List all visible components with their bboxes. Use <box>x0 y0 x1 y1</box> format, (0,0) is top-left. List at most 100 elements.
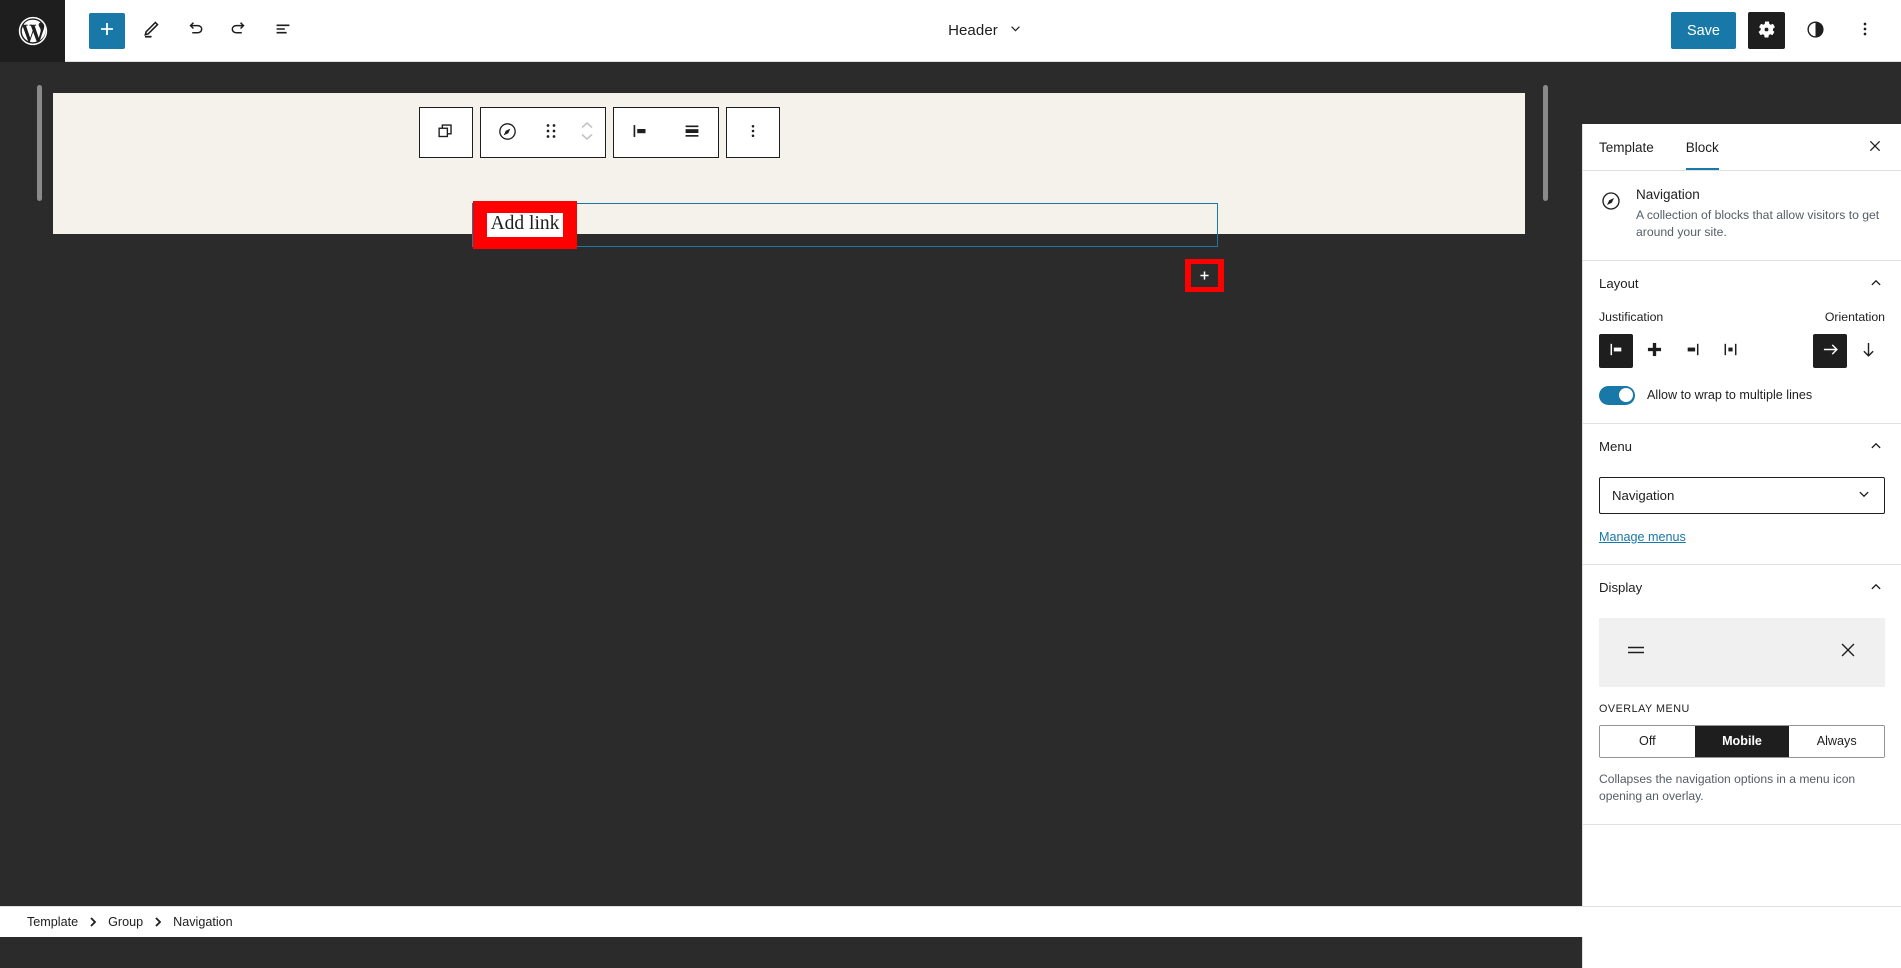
block-toolbar-group-main <box>480 107 606 158</box>
justification-toolbar-button[interactable] <box>614 108 666 157</box>
three-dots-vertical-icon <box>1855 19 1875 42</box>
top-toolbar-left-tools <box>65 13 301 49</box>
toggle-knob <box>1619 388 1633 402</box>
justify-space-between-button[interactable] <box>1713 334 1747 368</box>
chevron-down-icon <box>1007 20 1024 41</box>
menu-select[interactable]: Navigation <box>1599 477 1885 514</box>
horizontal-bars-icon <box>681 120 703 145</box>
template-canvas-sheet[interactable]: Add link <box>53 93 1525 234</box>
overlapping-squares-icon <box>435 120 457 145</box>
list-view-button[interactable] <box>265 13 301 49</box>
justify-left-icon <box>1606 339 1627 363</box>
save-button[interactable]: Save <box>1671 12 1736 49</box>
justify-center-icon <box>1644 339 1665 363</box>
chevron-down-icon <box>1855 485 1873 506</box>
drag-handle-button[interactable] <box>533 108 569 157</box>
block-card-title: Navigation <box>1636 187 1885 202</box>
breadcrumb-template[interactable]: Template <box>27 915 78 929</box>
orientation-label: Orientation <box>1825 310 1885 324</box>
breadcrumb-separator-icon <box>88 916 98 928</box>
justification-button-group <box>1599 334 1747 368</box>
document-title: Header <box>948 22 998 39</box>
add-link-highlight[interactable]: Add link <box>473 201 577 249</box>
compass-circle-icon <box>496 120 519 146</box>
orientation-vertical-button[interactable] <box>1851 334 1885 368</box>
overlay-off-button[interactable]: Off <box>1600 726 1695 757</box>
undo-button[interactable] <box>177 13 213 49</box>
editor-canvas: Add link <box>0 62 1582 906</box>
panel-menu-title: Menu <box>1599 439 1632 454</box>
tab-template[interactable]: Template <box>1583 124 1670 170</box>
block-toolbar-group-options <box>726 107 780 158</box>
panel-layout-header[interactable]: Layout <box>1599 261 1885 306</box>
chevron-up-down-icon <box>577 118 597 147</box>
close-x-icon <box>1866 137 1884 158</box>
menu-select-value: Navigation <box>1612 488 1674 503</box>
plus-icon <box>1191 264 1218 287</box>
more-options-button[interactable] <box>1846 12 1883 49</box>
wrap-toggle-row: Allow to wrap to multiple lines <box>1599 386 1885 405</box>
chevron-up-icon <box>1867 578 1885 596</box>
justify-space-between-icon <box>1720 339 1741 363</box>
overlay-help-text: Collapses the navigation options in a me… <box>1599 771 1885 806</box>
document-title-button[interactable]: Header <box>301 20 1671 41</box>
orientation-horizontal-button[interactable] <box>1813 334 1847 368</box>
close-sidebar-button[interactable] <box>1857 129 1893 165</box>
chevron-up-icon <box>1867 274 1885 292</box>
gear-icon <box>1756 19 1777 43</box>
breadcrumb-separator-icon <box>153 916 163 928</box>
move-up-down-button[interactable] <box>569 108 605 157</box>
edit-tool-button[interactable] <box>133 13 169 49</box>
canvas-scrollbar-left[interactable] <box>37 85 42 201</box>
orientation-toolbar-button[interactable] <box>666 108 718 157</box>
breadcrumb: Template Group Navigation <box>0 906 1901 937</box>
redo-button[interactable] <box>221 13 257 49</box>
justify-right-button[interactable] <box>1675 334 1709 368</box>
navigation-block-selection-outline <box>472 203 1218 247</box>
block-appender-highlight[interactable] <box>1185 259 1224 292</box>
pencil-icon <box>140 18 162 43</box>
overlay-menu-segmented-control: Off Mobile Always <box>1599 725 1885 758</box>
styles-button[interactable] <box>1797 12 1834 49</box>
panel-layout-title: Layout <box>1599 276 1639 291</box>
wordpress-logo-icon <box>16 14 50 48</box>
block-type-navigation-button[interactable] <box>420 108 472 157</box>
panel-display-title: Display <box>1599 580 1642 595</box>
overlay-always-button[interactable]: Always <box>1789 726 1884 757</box>
layout-controls <box>1599 334 1885 368</box>
editor-body: Add link <box>0 62 1901 937</box>
canvas-scrollbar-right[interactable] <box>1543 85 1548 201</box>
justification-label: Justification <box>1599 310 1663 324</box>
panel-menu-header[interactable]: Menu <box>1599 424 1885 469</box>
manage-menus-link[interactable]: Manage menus <box>1599 530 1686 544</box>
breadcrumb-group[interactable]: Group <box>108 915 143 929</box>
block-toolbar-group-align <box>613 107 719 158</box>
justify-center-button[interactable] <box>1637 334 1671 368</box>
more-options-button[interactable] <box>727 108 779 157</box>
wordpress-logo-button[interactable] <box>0 0 65 62</box>
chevron-up-icon <box>1867 437 1885 455</box>
justify-left-icon <box>629 120 651 145</box>
panel-menu: Menu Navigation Manage menus <box>1583 424 1901 565</box>
sidebar-tabs: Template Block <box>1583 124 1901 171</box>
overlay-menu-label: OVERLAY MENU <box>1599 703 1885 715</box>
breadcrumb-navigation: Navigation <box>173 915 233 929</box>
three-dots-vertical-icon <box>743 121 763 144</box>
compass-circle-icon <box>1599 187 1623 242</box>
settings-sidebar: Template Block Navigation A collection o… <box>1582 124 1901 968</box>
wrap-toggle-label: Allow to wrap to multiple lines <box>1647 388 1812 402</box>
overlay-menu-preview <box>1599 618 1885 687</box>
wrap-toggle-switch[interactable] <box>1599 386 1635 405</box>
navigation-block-icon-button[interactable] <box>481 108 533 157</box>
top-toolbar-right-tools: Save <box>1671 12 1901 49</box>
overlay-mobile-button[interactable]: Mobile <box>1695 726 1790 757</box>
settings-button[interactable] <box>1748 12 1785 49</box>
justify-left-button[interactable] <box>1599 334 1633 368</box>
panel-layout: Layout Justification Orientation <box>1583 261 1901 424</box>
block-toolbar <box>419 107 780 158</box>
panel-display-header[interactable]: Display <box>1599 565 1885 610</box>
arrow-down-icon <box>1858 339 1879 363</box>
tab-block[interactable]: Block <box>1670 124 1735 170</box>
add-block-button[interactable] <box>89 13 125 49</box>
block-card: Navigation A collection of blocks that a… <box>1583 171 1901 261</box>
